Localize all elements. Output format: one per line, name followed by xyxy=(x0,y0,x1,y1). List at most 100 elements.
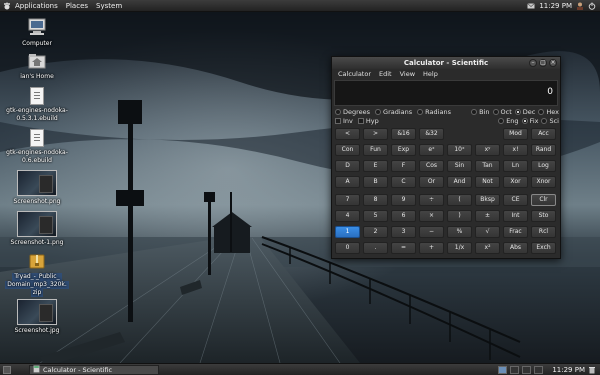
gnome-foot-icon[interactable] xyxy=(3,2,11,10)
calc-key[interactable]: &32 xyxy=(419,128,444,140)
desktop-icon-computer[interactable]: Computer xyxy=(7,18,67,48)
trash-icon[interactable] xyxy=(588,366,596,374)
radio-hex[interactable]: Hex xyxy=(538,108,559,116)
workspace-1[interactable] xyxy=(498,365,508,374)
calc-key[interactable]: 1 xyxy=(335,226,360,238)
maximize-icon[interactable]: □ xyxy=(539,59,547,67)
calc-key[interactable]: E xyxy=(363,160,388,172)
calc-key[interactable]: ) xyxy=(447,210,472,222)
radio-bin[interactable]: Bin xyxy=(471,108,490,116)
calc-key[interactable]: Sto xyxy=(531,210,556,222)
calc-key[interactable]: Or xyxy=(419,176,444,188)
calculator-display[interactable]: 0 xyxy=(334,80,558,106)
calc-key[interactable]: = xyxy=(391,242,416,254)
desktop-icon-ebuild-1[interactable]: gtk-engines-nodoka- 0.5.3.1.ebuild xyxy=(6,87,68,123)
calc-key[interactable]: xʸ xyxy=(475,144,500,156)
radio-gradians[interactable]: Gradians xyxy=(375,108,412,116)
calc-key[interactable]: 8 xyxy=(363,194,388,206)
calculator-titlebar[interactable]: Calculator - Scientific – □ × xyxy=(332,57,560,69)
desktop-icon-zip[interactable]: Tryad_-_Public_ Domain_mp3_320k. zip xyxy=(5,253,69,297)
desktop-icon-screenshot-png[interactable]: Screenshot.png xyxy=(7,170,67,206)
calc-key[interactable]: √ xyxy=(475,226,500,238)
workspace-4[interactable] xyxy=(534,365,544,374)
applications-menu[interactable]: Applications xyxy=(11,2,62,10)
checkbox-inv[interactable]: Inv xyxy=(335,117,353,125)
calc-key[interactable]: Rand xyxy=(531,144,556,156)
calc-key[interactable]: A xyxy=(335,176,360,188)
calc-key[interactable]: − xyxy=(419,226,444,238)
calc-key[interactable]: 9 xyxy=(391,194,416,206)
calc-key[interactable]: Sin xyxy=(447,160,472,172)
calc-key[interactable]: Mod xyxy=(503,128,528,140)
calc-key[interactable]: Exp xyxy=(391,144,416,156)
calc-key[interactable]: 5 xyxy=(363,210,388,222)
calc-key[interactable]: Xor xyxy=(503,176,528,188)
places-menu[interactable]: Places xyxy=(62,2,92,10)
calc-key[interactable]: And xyxy=(447,176,472,188)
desktop-icon-home[interactable]: ian's Home xyxy=(7,53,67,81)
calc-key[interactable]: F xyxy=(391,160,416,172)
calc-key[interactable]: Exch xyxy=(531,242,556,254)
calc-key[interactable]: 3 xyxy=(391,226,416,238)
menu-calculator[interactable]: Calculator xyxy=(335,70,374,78)
calc-key[interactable]: × xyxy=(419,210,444,222)
menu-view[interactable]: View xyxy=(397,70,418,78)
calc-key[interactable]: Acc xyxy=(531,128,556,140)
calc-key[interactable]: Con xyxy=(335,144,360,156)
calc-key[interactable]: Bksp xyxy=(475,194,500,206)
desktop-icon-screenshot-jpg[interactable]: Screenshot.jpg xyxy=(7,299,67,335)
calc-key[interactable]: . xyxy=(363,242,388,254)
calc-key[interactable]: CE xyxy=(503,194,528,206)
calc-key[interactable]: > xyxy=(363,128,388,140)
calc-key[interactable]: Xnor xyxy=(531,176,556,188)
radio-fix[interactable]: Fix xyxy=(521,117,538,125)
calc-key[interactable]: < xyxy=(335,128,360,140)
calc-key[interactable]: ÷ xyxy=(419,194,444,206)
radio-oct[interactable]: Oct xyxy=(492,108,512,116)
calc-key[interactable]: Clr xyxy=(531,194,556,206)
workspace-3[interactable] xyxy=(522,365,532,374)
calc-key[interactable]: 7 xyxy=(335,194,360,206)
radio-radians[interactable]: Radians xyxy=(417,108,451,116)
radio-degrees[interactable]: Degrees xyxy=(335,108,370,116)
calc-key[interactable]: Fun xyxy=(363,144,388,156)
system-menu[interactable]: System xyxy=(92,2,126,10)
calc-key[interactable]: ( xyxy=(447,194,472,206)
radio-dec[interactable]: Dec xyxy=(514,108,535,116)
menu-help[interactable]: Help xyxy=(420,70,441,78)
power-icon[interactable] xyxy=(588,2,596,10)
show-desktop-icon[interactable] xyxy=(3,365,11,374)
workspace-2[interactable] xyxy=(510,365,520,374)
close-icon[interactable]: × xyxy=(549,59,557,67)
calc-key[interactable]: Frac xyxy=(503,226,528,238)
radio-eng[interactable]: Eng xyxy=(498,117,519,125)
calc-key[interactable]: ± xyxy=(475,210,500,222)
calc-key[interactable]: eˣ xyxy=(419,144,444,156)
calc-key[interactable]: x² xyxy=(475,242,500,254)
calc-key[interactable]: + xyxy=(419,242,444,254)
calc-key[interactable]: 4 xyxy=(335,210,360,222)
calc-key[interactable]: 10ˣ xyxy=(447,144,472,156)
calc-key[interactable]: Tan xyxy=(475,160,500,172)
taskbar-item-calculator[interactable]: Calculator - Scientific xyxy=(29,364,159,375)
calc-key[interactable]: 2 xyxy=(363,226,388,238)
menu-edit[interactable]: Edit xyxy=(376,70,395,78)
desktop-icon-ebuild-2[interactable]: gtk-engines-nodoka- 0.6.ebuild xyxy=(6,129,68,165)
calc-key[interactable]: Rcl xyxy=(531,226,556,238)
calc-key[interactable]: Ln xyxy=(503,160,528,172)
calc-key[interactable]: 0 xyxy=(335,242,360,254)
calc-key[interactable]: Not xyxy=(475,176,500,188)
minimize-icon[interactable]: – xyxy=(529,59,537,67)
calc-key[interactable]: &16 xyxy=(391,128,416,140)
user-avatar-icon[interactable] xyxy=(576,2,584,10)
desktop-icon-screenshot-1-png[interactable]: Screenshot-1.png xyxy=(7,211,67,247)
calc-key[interactable]: 1/x xyxy=(447,242,472,254)
calc-key[interactable]: D xyxy=(335,160,360,172)
calc-key[interactable]: x! xyxy=(503,144,528,156)
mail-icon[interactable] xyxy=(527,2,536,10)
calc-key[interactable]: Cos xyxy=(419,160,444,172)
calc-key[interactable]: 6 xyxy=(391,210,416,222)
calc-key[interactable]: Abs xyxy=(503,242,528,254)
calc-key[interactable]: B xyxy=(363,176,388,188)
calc-key[interactable]: % xyxy=(447,226,472,238)
